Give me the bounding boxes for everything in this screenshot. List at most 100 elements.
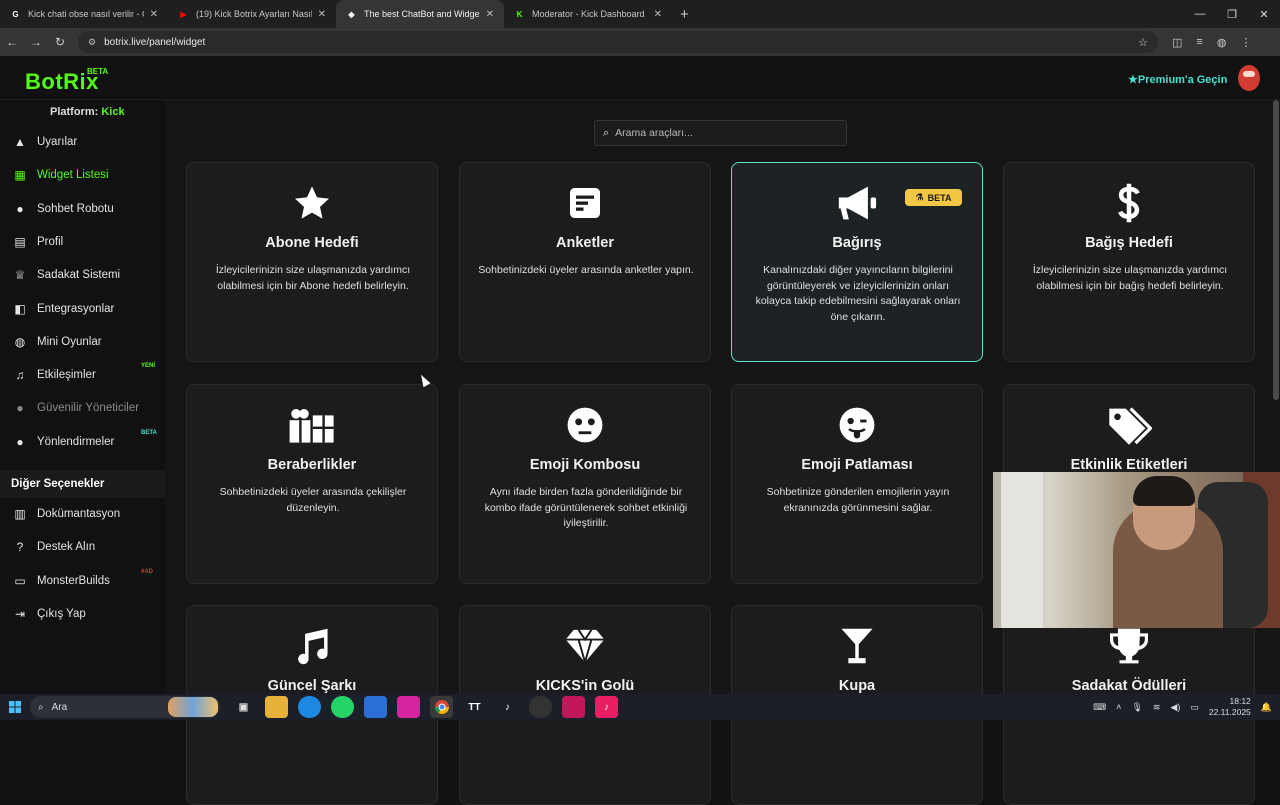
widget-description: Sohbetinize gönderilen emojilerin yayın … bbox=[766, 486, 950, 514]
clock-time: 18:12 bbox=[1229, 696, 1251, 706]
task-view-icon[interactable]: ▣ bbox=[232, 696, 255, 718]
search-input[interactable] bbox=[615, 127, 826, 139]
sidebar-item[interactable]: ♫ Etkileşimler YENİ bbox=[0, 362, 165, 388]
beta-badge-label: BETA bbox=[927, 192, 952, 203]
close-tab-icon[interactable]: ✕ bbox=[654, 9, 662, 20]
tab-favicon-icon: ▶ bbox=[180, 9, 187, 19]
media-icon[interactable]: ≡ bbox=[1196, 36, 1202, 49]
keyboard-icon[interactable]: ⌨ bbox=[1093, 702, 1106, 713]
minimize-icon[interactable]: — bbox=[1184, 0, 1216, 28]
sidebar-item-label: Yönlendirmeler bbox=[37, 435, 115, 448]
extensions-icon[interactable]: ◫ bbox=[1172, 36, 1182, 49]
tiktok-live-icon[interactable]: ♪ bbox=[595, 696, 618, 718]
browser-tab[interactable]: K Moderator - Kick Dashboard ✕ bbox=[504, 0, 672, 28]
system-tray: ⌨ ˄ 🎙 ≋ ◀) ▭ 18:12 22.11.2025 🔔 bbox=[1093, 694, 1272, 720]
tt-app-icon[interactable]: TT bbox=[463, 696, 486, 718]
windows-start-icon[interactable] bbox=[0, 694, 30, 720]
clock[interactable]: 18:12 22.11.2025 bbox=[1209, 696, 1251, 718]
browser-tab[interactable]: G Kick chati obse nasıl verilir - Go ✕ bbox=[0, 0, 168, 28]
profile-icon[interactable]: ◍ bbox=[1217, 36, 1227, 49]
widget-card[interactable]: Beraberlikler Sohbetinizdeki üyeler arası… bbox=[186, 384, 438, 584]
robot-icon: ● bbox=[16, 201, 24, 216]
widget-description: İzleyicilerinizin size ulaşmanızda yardı… bbox=[215, 264, 411, 292]
integration-icon: ◧ bbox=[14, 301, 26, 316]
browser-tab[interactable]: ▶ (19) Kick Botrix Ayarları Nasıl Ya ✕ bbox=[168, 0, 336, 28]
menu-icon[interactable]: ⋮ bbox=[1240, 36, 1251, 49]
battery-icon[interactable]: ▭ bbox=[1190, 702, 1199, 713]
store-icon[interactable] bbox=[364, 696, 387, 718]
sidebar-item[interactable]: ▭ MonsterBuilds #AD bbox=[0, 568, 165, 594]
chevron-up-icon[interactable]: ˄ bbox=[1116, 702, 1121, 712]
streamlabs-icon[interactable] bbox=[562, 696, 585, 718]
sidebar-item-tag: #AD bbox=[141, 568, 154, 575]
sidebar-item[interactable]: ⇥ Çıkış Yap bbox=[0, 601, 165, 627]
users-icon: ● bbox=[16, 434, 24, 449]
back-icon[interactable]: ← bbox=[0, 35, 24, 49]
browser-tab[interactable]: ◆ The best ChatBot and Widgets ✕ bbox=[336, 0, 504, 28]
sidebar-item[interactable]: ● Güvenilir Yöneticiler bbox=[0, 395, 165, 421]
emoji-flat-icon bbox=[460, 403, 710, 447]
music-icon bbox=[187, 624, 437, 668]
edge-icon[interactable] bbox=[298, 696, 321, 718]
sidebar-item-label: Profil bbox=[37, 235, 64, 248]
avatar[interactable] bbox=[1238, 65, 1260, 91]
sidebar-item[interactable]: ● Yönlendirmeler BETA bbox=[0, 429, 165, 455]
sidebar-item-label: Mini Oyunlar bbox=[37, 335, 102, 348]
reload-icon[interactable]: ↻ bbox=[48, 35, 72, 49]
close-tab-icon[interactable]: ✕ bbox=[486, 9, 494, 20]
close-tab-icon[interactable]: ✕ bbox=[318, 9, 326, 20]
widget-card[interactable]: Emoji Patlaması Sohbetinize gönderilen em… bbox=[731, 384, 983, 584]
sidebar-item[interactable]: ? Destek Alın bbox=[0, 534, 165, 560]
site-info-icon[interactable]: ⚙ bbox=[88, 37, 96, 48]
sidebar-item[interactable]: ◧ Entegrasyonlar bbox=[0, 296, 165, 322]
bookmark-star-icon[interactable]: ☆ bbox=[1138, 36, 1148, 49]
taskbar-search[interactable]: ⌕ Ara bbox=[30, 696, 220, 718]
platform-label: Platform: bbox=[50, 106, 99, 118]
browser-tab-bar: G Kick chati obse nasıl verilir - Go ✕ ▶ (19… bbox=[0, 0, 1280, 28]
sidebar-item[interactable]: ▲ Uyarılar bbox=[0, 129, 165, 155]
search-box[interactable]: ⌕ bbox=[594, 120, 847, 146]
scrollbar-thumb[interactable] bbox=[1273, 100, 1279, 400]
restore-icon[interactable]: ❐ bbox=[1216, 0, 1248, 28]
platform-value: Kick bbox=[101, 106, 125, 118]
address-bar[interactable]: ⚙ botrix.live/panel/widget ☆ bbox=[78, 31, 1158, 53]
sidebar-item[interactable]: ◍ Mini Oyunlar bbox=[0, 329, 165, 355]
widget-card[interactable]: ⚗ BETA Bağırış Kanalınızdaki diğer yayıncıl… bbox=[731, 162, 983, 362]
widget-card[interactable]: Emoji Kombosu Aynı ifade birden fazla gön… bbox=[459, 384, 711, 584]
tab-title: Kick chati obse nasıl verilir - Go bbox=[28, 9, 144, 19]
warning-icon: ▲ bbox=[14, 135, 26, 149]
logout-icon: ⇥ bbox=[14, 606, 26, 621]
poll-icon bbox=[460, 181, 710, 225]
sidebar-item-label: Sadakat Sistemi bbox=[37, 269, 121, 282]
obs-icon[interactable] bbox=[529, 696, 552, 718]
sidebar-item[interactable]: ♕ Sadakat Sistemi bbox=[0, 262, 165, 288]
close-icon[interactable]: ✕ bbox=[1248, 0, 1280, 28]
instagram-icon[interactable] bbox=[397, 696, 420, 718]
sidebar-item[interactable]: ● Sohbet Robotu bbox=[0, 196, 165, 222]
widget-card[interactable]: Anketler Sohbetinizdeki üyeler arasında a… bbox=[459, 162, 711, 362]
wifi-icon[interactable]: ≋ bbox=[1153, 702, 1161, 713]
trophy-icon: ♕ bbox=[14, 268, 26, 283]
dollar-icon bbox=[1004, 181, 1254, 225]
close-tab-icon[interactable]: ✕ bbox=[150, 9, 158, 20]
premium-link[interactable]: ★Premium'a Geçin bbox=[1128, 73, 1227, 86]
new-tab-button[interactable]: + bbox=[680, 6, 689, 23]
widget-card[interactable]: Abone Hedefi İzleyicilerinizin size ulaşm… bbox=[186, 162, 438, 362]
sidebar-item[interactable]: ▤ Profil bbox=[0, 229, 165, 255]
mic-icon[interactable]: 🎙 bbox=[1131, 702, 1142, 713]
widget-title: Emoji Patlaması bbox=[801, 457, 913, 473]
notification-icon[interactable]: 🔔 bbox=[1261, 702, 1272, 713]
volume-icon[interactable]: ◀) bbox=[1170, 702, 1180, 713]
sidebar-item[interactable]: ▥ Dokümantasyon bbox=[0, 501, 165, 527]
widget-title: Anketler bbox=[555, 235, 615, 251]
diamond-icon bbox=[460, 624, 710, 668]
forward-icon[interactable]: → bbox=[24, 35, 48, 49]
tab-favicon-icon: ◆ bbox=[348, 9, 355, 19]
whatsapp-icon[interactable] bbox=[331, 696, 354, 718]
file-explorer-icon[interactable] bbox=[265, 696, 288, 718]
chrome-icon[interactable] bbox=[430, 696, 453, 718]
widget-card[interactable]: Bağış Hedefi İzleyicilerinizin size ulaşm… bbox=[1003, 162, 1255, 362]
tab-title: The best ChatBot and Widgets bbox=[364, 9, 480, 19]
tiktok-icon[interactable]: ♪ bbox=[496, 696, 519, 718]
sidebar-item[interactable]: ▦ Widget Listesi bbox=[0, 162, 165, 188]
